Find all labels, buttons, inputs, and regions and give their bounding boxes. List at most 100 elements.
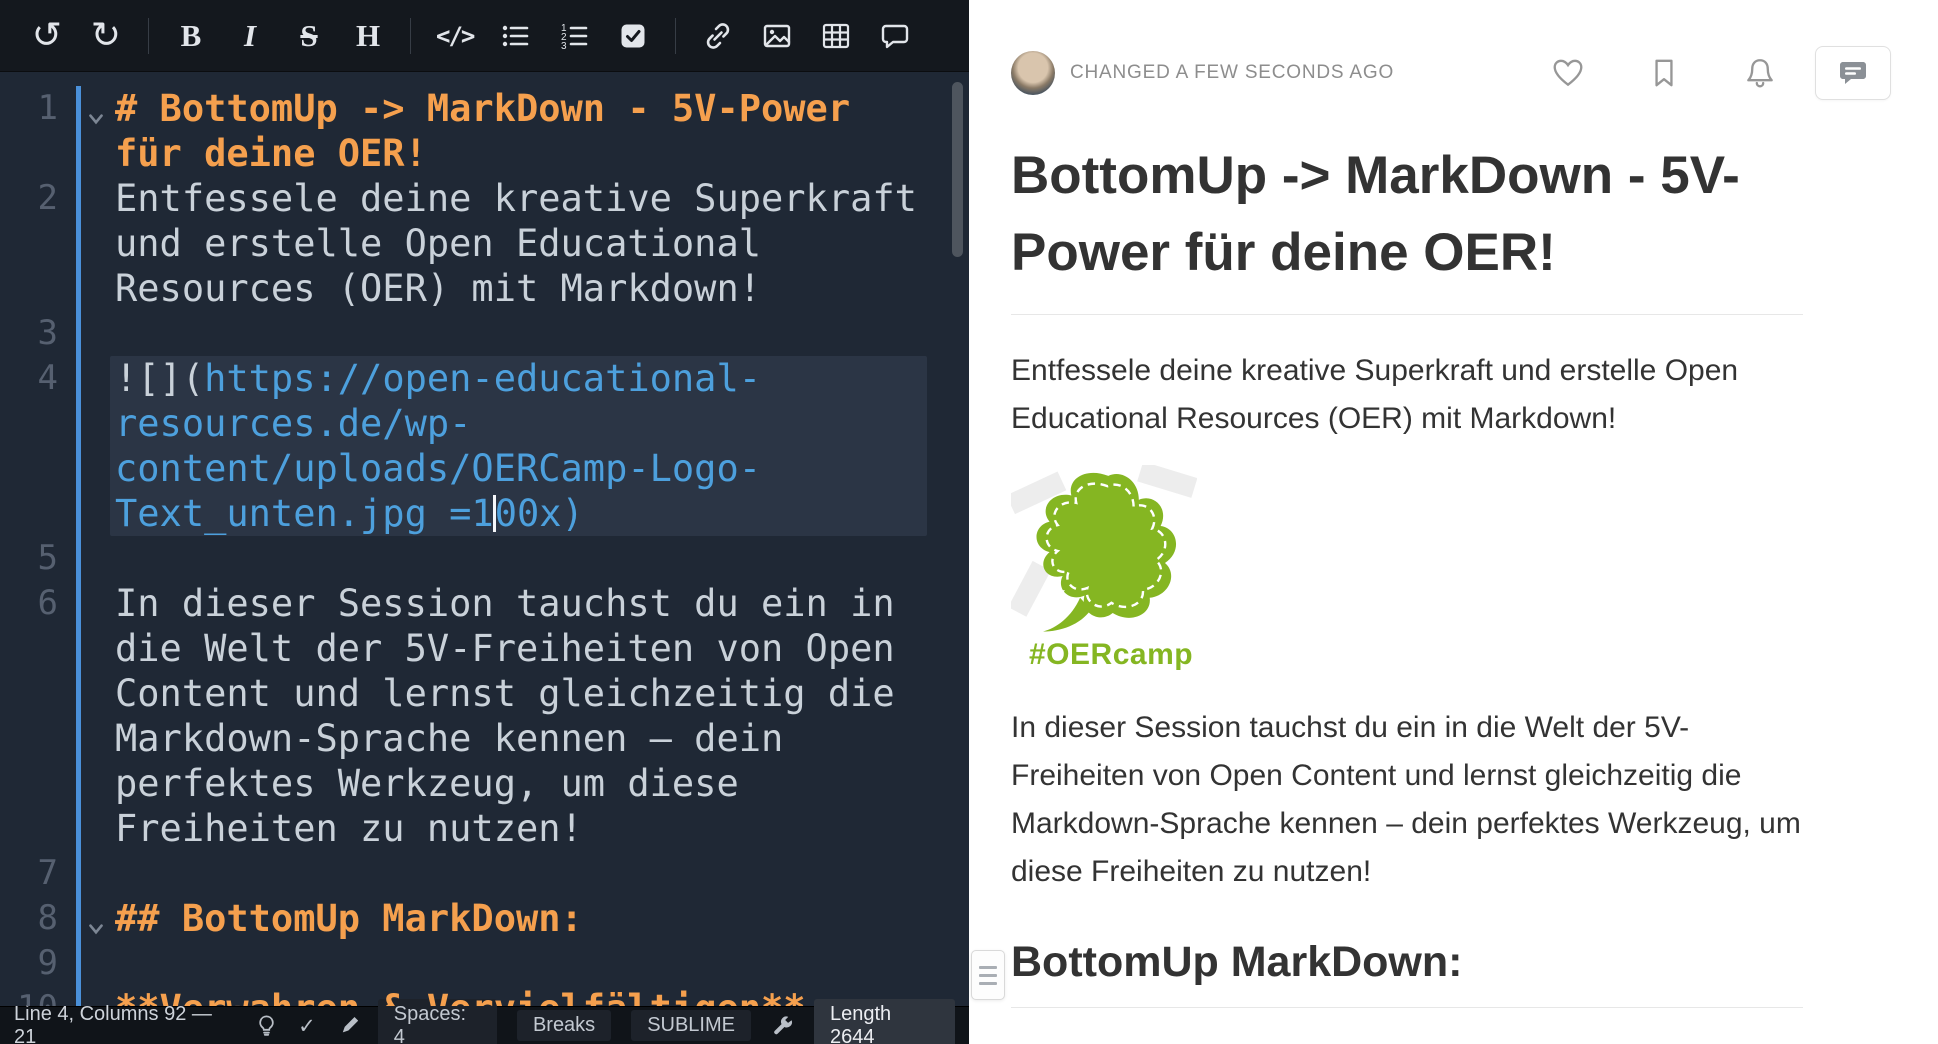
image-icon <box>761 20 793 52</box>
oercamp-logo-image: ✂ <box>1011 465 1197 637</box>
preview-content: BottomUp -> MarkDown - 5V-Power für dein… <box>1011 138 1803 1008</box>
grip-icon <box>979 982 997 985</box>
code-text[interactable]: ![](https://open-educational-resources.d… <box>110 356 927 536</box>
checklist-button[interactable] <box>616 14 650 58</box>
grip-icon <box>979 974 997 977</box>
code-text[interactable] <box>110 311 927 356</box>
editor-line-active[interactable]: 4 ![](https://open-educational-resources… <box>0 356 969 536</box>
line-number: 1 <box>0 86 74 176</box>
oercamp-logo: ✂ #OERcamp <box>1011 465 1803 672</box>
unordered-list-icon <box>499 20 531 52</box>
unordered-list-button[interactable] <box>498 14 532 58</box>
document-title: BottomUp -> MarkDown - 5V-Power für dein… <box>1011 138 1803 292</box>
line-number: 4 <box>0 356 74 536</box>
line-number: 3 <box>0 311 74 356</box>
preferences-button[interactable] <box>771 1014 794 1037</box>
editor-toolbar: ↺ ↻ B I S H </> 123 <box>0 0 969 72</box>
bookmark-button[interactable] <box>1647 56 1681 90</box>
editor-line[interactable]: 2 Entfessele deine kreative Superkraft u… <box>0 176 969 311</box>
toolbar-divider <box>675 18 676 54</box>
line-number: 5 <box>0 536 74 581</box>
split-drag-handle[interactable] <box>971 950 1005 1000</box>
bell-icon <box>1743 56 1777 90</box>
check-icon: ✓ <box>298 1014 316 1038</box>
heading-rule <box>1011 1007 1803 1008</box>
markdown-text-token: In dieser Session tauchst du ein in die … <box>115 582 917 850</box>
line-number: 6 <box>0 581 74 851</box>
keymap-setting[interactable]: SUBLIME <box>631 1010 751 1041</box>
markdown-text-token: Entfessele deine kreative Superkraft und… <box>115 177 939 310</box>
code-button[interactable]: </> <box>436 14 473 58</box>
theme-button[interactable] <box>336 1015 358 1037</box>
editor-pane: ↺ ↻ B I S H </> 123 <box>0 0 969 1044</box>
paragraph: Entfessele deine kreative Superkraft und… <box>1011 347 1803 443</box>
code-text[interactable]: In dieser Session tauchst du ein in die … <box>110 581 927 851</box>
ordered-list-button[interactable]: 123 <box>557 14 591 58</box>
comment-button-icon <box>1837 57 1869 89</box>
code-editor[interactable]: 1 # BottomUp -> MarkDown - 5V-Power für … <box>0 72 969 1006</box>
editor-line[interactable]: 3 <box>0 311 969 356</box>
section-heading: BottomUp MarkDown: <box>1011 938 1803 987</box>
heart-icon <box>1551 56 1585 90</box>
code-text[interactable] <box>110 536 927 581</box>
markdown-bold-token: **Verwahren & Vervielfältigen** <box>115 987 806 1006</box>
link-icon <box>702 20 734 52</box>
preview-header: CHANGED A FEW SECONDS AGO <box>1011 50 1891 96</box>
line-number: 9 <box>0 941 74 986</box>
table-button[interactable] <box>819 14 853 58</box>
subscribe-button[interactable] <box>1743 56 1777 90</box>
checklist-icon <box>617 20 649 52</box>
linebreak-setting[interactable]: Breaks <box>517 1010 611 1041</box>
code-text[interactable] <box>110 851 927 896</box>
strikethrough-button[interactable]: S <box>292 14 326 58</box>
cursor-position-label: Line 4, Columns 92 — 21 <box>14 1003 235 1044</box>
editor-line[interactable]: 6 In dieser Session tauchst du ein in di… <box>0 581 969 851</box>
markdown-image-token: ![]( <box>115 357 204 400</box>
lightbulb-icon <box>255 1014 278 1037</box>
code-text[interactable]: Entfessele deine kreative Superkraft und… <box>110 176 927 311</box>
redo-icon: ↻ <box>91 18 121 54</box>
avatar[interactable] <box>1011 51 1055 95</box>
ordered-list-icon: 123 <box>558 20 590 52</box>
line-number: 8 <box>0 896 74 941</box>
editor-line[interactable]: 5 <box>0 536 969 581</box>
markdown-url-token: 00x) <box>495 492 584 535</box>
editor-scrollbar[interactable] <box>952 82 963 257</box>
heading-button[interactable]: H <box>351 14 385 58</box>
toolbar-divider <box>410 18 411 54</box>
code-text[interactable]: # BottomUp -> MarkDown - 5V-Power für de… <box>110 86 927 176</box>
paragraph: In dieser Session tauchst du ein in die … <box>1011 704 1803 896</box>
editor-line[interactable]: 9 <box>0 941 969 986</box>
editor-line[interactable]: 10 **Verwahren & Vervielfältigen** <box>0 986 969 1006</box>
undo-button[interactable]: ↺ <box>30 14 64 58</box>
open-comments-button[interactable] <box>1815 46 1891 100</box>
code-text[interactable]: ## BottomUp MarkDown: <box>110 896 927 941</box>
redo-button[interactable]: ↻ <box>89 14 123 58</box>
toolbar-divider <box>148 18 149 54</box>
table-icon <box>820 20 852 52</box>
spellcheck-button[interactable]: ✓ <box>298 1014 316 1038</box>
bold-button[interactable]: B <box>174 14 208 58</box>
bookmark-icon <box>1647 56 1681 90</box>
markdown-heading-token: ## BottomUp MarkDown: <box>115 897 583 940</box>
heading-rule <box>1011 314 1803 315</box>
editor-line[interactable]: 8 ## BottomUp MarkDown: <box>0 896 969 941</box>
comment-icon <box>879 20 911 52</box>
image-button[interactable] <box>760 14 794 58</box>
wrench-icon <box>771 1014 794 1037</box>
night-mode-button[interactable] <box>255 1014 278 1037</box>
code-text[interactable] <box>110 941 927 986</box>
markdown-heading-token: # BottomUp -> MarkDown - 5V-Power für de… <box>115 87 872 175</box>
editor-line[interactable]: 1 # BottomUp -> MarkDown - 5V-Power für … <box>0 86 969 176</box>
comment-button[interactable] <box>878 14 912 58</box>
last-changed-label: CHANGED A FEW SECONDS AGO <box>1070 62 1394 84</box>
link-button[interactable] <box>701 14 735 58</box>
italic-button[interactable]: I <box>233 14 267 58</box>
statusbar: Line 4, Columns 92 — 21 ✓ Spaces: 4 Brea… <box>0 1006 969 1044</box>
like-button[interactable] <box>1551 56 1585 90</box>
line-number: 7 <box>0 851 74 896</box>
code-text[interactable]: **Verwahren & Vervielfältigen** <box>110 986 927 1006</box>
fold-chevron-icon[interactable] <box>85 95 107 140</box>
editor-line[interactable]: 7 <box>0 851 969 896</box>
markdown-url-token: https://open-educational-resources.de/wp… <box>115 357 761 535</box>
